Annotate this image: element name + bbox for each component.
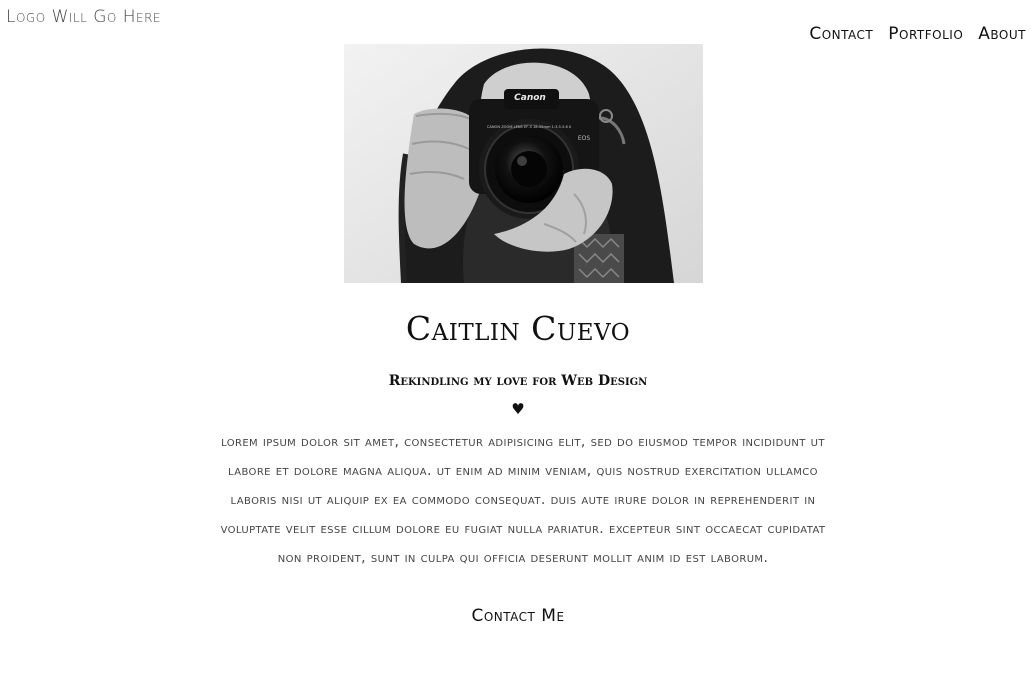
profile-bio: Lorem ipsum dolor sit amet, consectetur … xyxy=(220,434,826,566)
nav-about-link[interactable]: About xyxy=(978,24,1026,44)
contact-me-link[interactable]: Contact Me xyxy=(471,606,564,626)
heart-icon: ♥ xyxy=(511,400,525,418)
nav-contact-link[interactable]: Contact xyxy=(809,24,873,44)
profile-tagline: Rekindling my love for Web Design xyxy=(388,373,648,389)
camera-badge: EOS xyxy=(578,135,591,142)
profile-name: Caitlin Cuevo xyxy=(405,309,631,348)
page: Logo Will Go Here Contact Portfolio Abou… xyxy=(0,0,1036,685)
site-logo[interactable]: Logo Will Go Here xyxy=(6,7,161,27)
nav-portfolio-link[interactable]: Portfolio xyxy=(888,24,963,44)
main-nav: Contact Portfolio About xyxy=(809,24,1026,44)
hero-photo: Canon EOS CANON ZOOM LENS EF-S 18-55mm 1… xyxy=(344,44,703,283)
lens-text: CANON ZOOM LENS EF-S 18-55mm 1:3.5-5.6 I… xyxy=(487,125,571,129)
photographer-with-camera-image: Canon EOS CANON ZOOM LENS EF-S 18-55mm 1… xyxy=(344,44,703,283)
camera-brand-label: Canon xyxy=(514,93,546,103)
contact-me-container: Contact Me xyxy=(0,606,1036,626)
